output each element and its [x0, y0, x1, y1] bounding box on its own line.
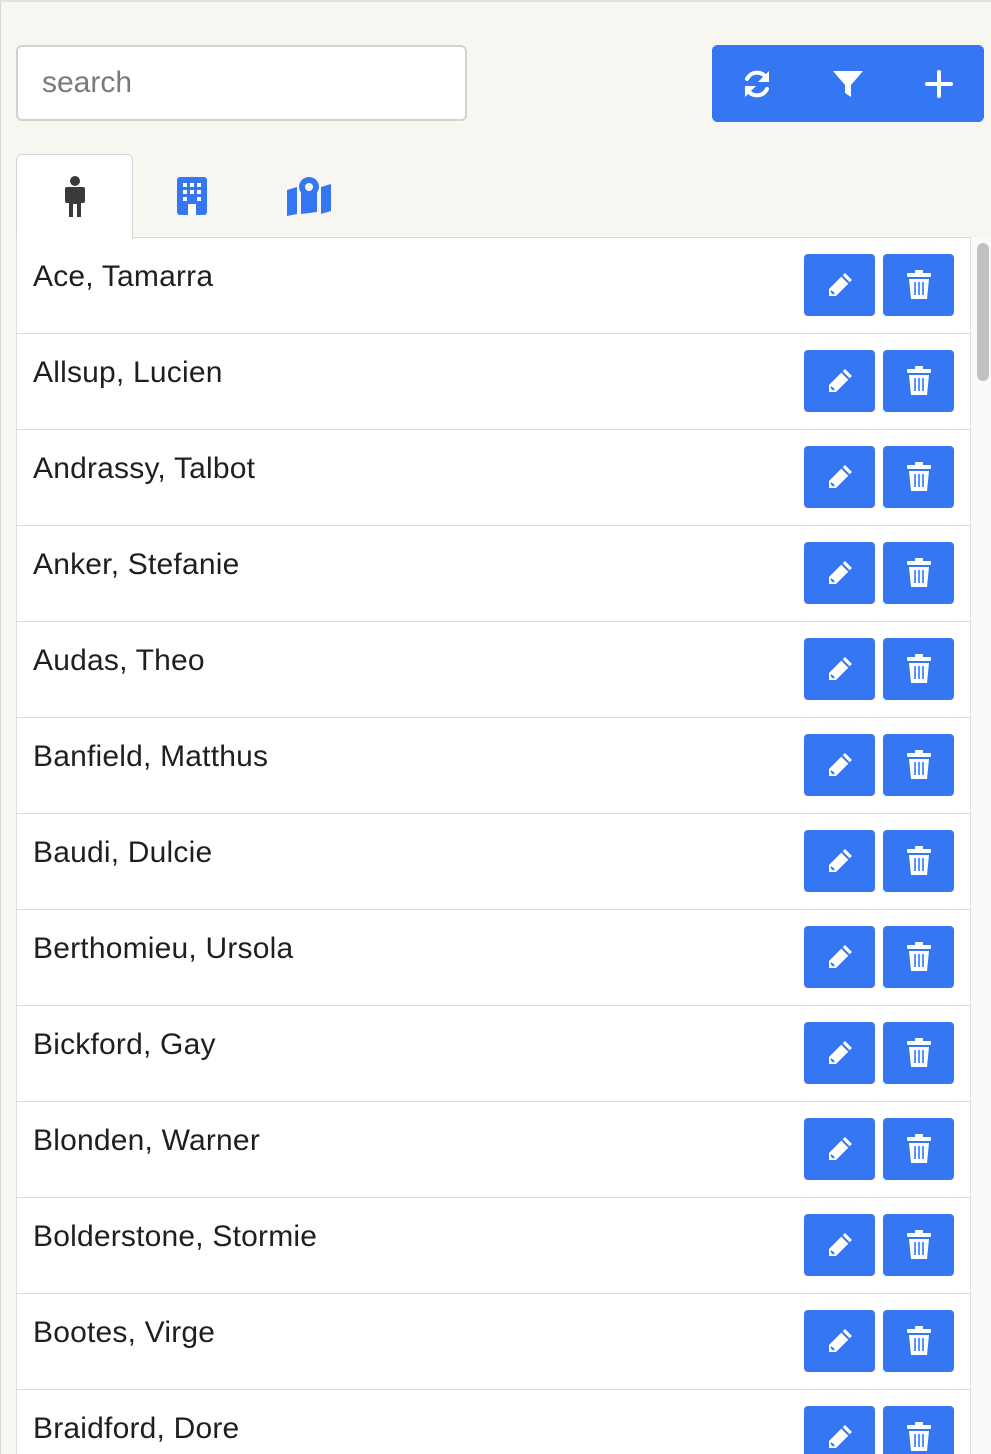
trash-icon	[906, 558, 931, 587]
pencil-icon	[828, 849, 852, 872]
people-list: Ace, Tamarra Allsup, Lucien Andrassy, Ta…	[16, 237, 971, 1454]
list-item: Bootes, Virge	[17, 1294, 970, 1390]
tab-buildings[interactable]	[133, 154, 250, 238]
delete-button[interactable]	[883, 830, 954, 892]
person-name: Bickford, Gay	[33, 1028, 216, 1061]
filter-button[interactable]	[802, 45, 894, 122]
list-item: Allsup, Lucien	[17, 334, 970, 430]
building-icon	[176, 177, 207, 215]
person-name: Allsup, Lucien	[33, 356, 223, 389]
filter-icon	[833, 70, 863, 97]
pencil-icon	[828, 273, 852, 296]
delete-button[interactable]	[883, 350, 954, 412]
refresh-icon	[745, 70, 770, 97]
delete-button[interactable]	[883, 926, 954, 988]
delete-button[interactable]	[883, 1310, 954, 1372]
trash-icon	[906, 1422, 931, 1451]
plus-icon	[924, 69, 953, 98]
trash-icon	[906, 1230, 931, 1259]
list-scrollbar[interactable]	[971, 237, 991, 1454]
person-name: Andrassy, Talbot	[33, 452, 256, 485]
add-button[interactable]	[893, 45, 984, 122]
edit-button[interactable]	[804, 1214, 875, 1276]
list-item: Bickford, Gay	[17, 1006, 970, 1102]
edit-button[interactable]	[804, 926, 875, 988]
pencil-icon	[828, 753, 852, 776]
pencil-icon	[828, 369, 852, 392]
trash-icon	[906, 942, 931, 971]
entity-tabs	[16, 154, 367, 239]
person-name: Baudi, Dulcie	[33, 836, 213, 869]
pencil-icon	[828, 1137, 852, 1160]
list-item: Baudi, Dulcie	[17, 814, 970, 910]
edit-button[interactable]	[804, 1310, 875, 1372]
person-name: Bolderstone, Stormie	[33, 1220, 318, 1253]
trash-icon	[906, 1326, 931, 1355]
edit-button[interactable]	[804, 254, 875, 316]
list-item: Anker, Stefanie	[17, 526, 970, 622]
list-item: Braidford, Dore	[17, 1390, 970, 1454]
pencil-icon	[828, 1233, 852, 1256]
edit-button[interactable]	[804, 638, 875, 700]
trash-icon	[906, 1038, 931, 1067]
trash-icon	[906, 1134, 931, 1163]
list-item: Banfield, Matthus	[17, 718, 970, 814]
edit-button[interactable]	[804, 446, 875, 508]
delete-button[interactable]	[883, 734, 954, 796]
pencil-icon	[828, 657, 852, 680]
delete-button[interactable]	[883, 1214, 954, 1276]
person-name: Berthomieu, Ursola	[33, 932, 294, 965]
delete-button[interactable]	[883, 1406, 954, 1454]
pencil-icon	[828, 1425, 852, 1448]
edit-button[interactable]	[804, 542, 875, 604]
list-item: Berthomieu, Ursola	[17, 910, 970, 1006]
list-item: Ace, Tamarra	[17, 238, 970, 334]
edit-button[interactable]	[804, 350, 875, 412]
edit-button[interactable]	[804, 734, 875, 796]
person-name: Audas, Theo	[33, 644, 205, 677]
app-frame: Ace, Tamarra Allsup, Lucien	[0, 0, 991, 1454]
edit-button[interactable]	[804, 1406, 875, 1454]
trash-icon	[906, 750, 931, 779]
delete-button[interactable]	[883, 542, 954, 604]
pencil-icon	[828, 1041, 852, 1064]
edit-button[interactable]	[804, 830, 875, 892]
toolbar-button-group	[712, 45, 984, 122]
list-item: Audas, Theo	[17, 622, 970, 718]
trash-icon	[906, 846, 931, 875]
refresh-button[interactable]	[712, 45, 803, 122]
person-name: Blonden, Warner	[33, 1124, 261, 1157]
trash-icon	[906, 366, 931, 395]
list-item: Blonden, Warner	[17, 1102, 970, 1198]
delete-button[interactable]	[883, 1118, 954, 1180]
delete-button[interactable]	[883, 254, 954, 316]
list-item: Andrassy, Talbot	[17, 430, 970, 526]
person-name: Bootes, Virge	[33, 1316, 216, 1349]
person-name: Anker, Stefanie	[33, 548, 240, 581]
pencil-icon	[828, 1329, 852, 1352]
pencil-icon	[828, 561, 852, 584]
edit-button[interactable]	[804, 1118, 875, 1180]
list-item: Bolderstone, Stormie	[17, 1198, 970, 1294]
map-location-icon	[286, 177, 331, 216]
tab-locations[interactable]	[250, 154, 367, 238]
trash-icon	[906, 462, 931, 491]
delete-button[interactable]	[883, 638, 954, 700]
pencil-icon	[828, 465, 852, 488]
delete-button[interactable]	[883, 1022, 954, 1084]
tab-people[interactable]	[16, 154, 133, 239]
person-icon	[64, 176, 85, 217]
edit-button[interactable]	[804, 1022, 875, 1084]
scroll-thumb[interactable]	[977, 243, 989, 381]
pencil-icon	[828, 945, 852, 968]
person-name: Banfield, Matthus	[33, 740, 269, 773]
trash-icon	[906, 654, 931, 683]
person-name: Braidford, Dore	[33, 1412, 240, 1445]
person-name: Ace, Tamarra	[33, 260, 214, 293]
trash-icon	[906, 270, 931, 299]
search-input[interactable]	[16, 45, 467, 121]
delete-button[interactable]	[883, 446, 954, 508]
